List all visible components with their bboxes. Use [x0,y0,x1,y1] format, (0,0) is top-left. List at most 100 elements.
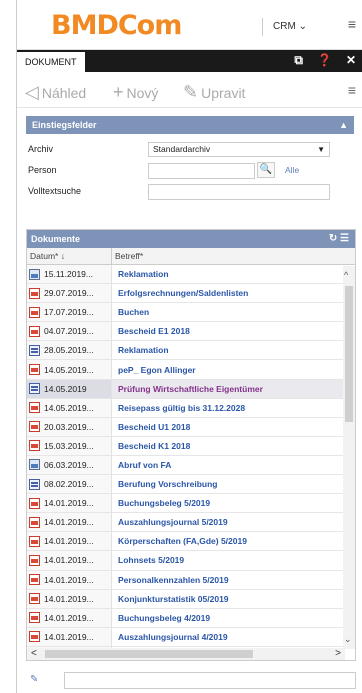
column-date[interactable]: Datum* ↓ [27,248,112,264]
row-date: 28.05.2019... [44,345,94,356]
horizontal-scrollbar[interactable]: < > [27,648,345,660]
table-row[interactable]: 14.01.2019... Auszahlungsjournal 4/2019 [27,627,355,647]
row-subject: Konjunkturstatistik 05/2019 [118,593,229,604]
chevron-down-icon: ⌄ [298,21,307,32]
row-date-cell: 14.01.2019... [27,589,112,608]
scroll-right-icon[interactable]: > [335,648,341,659]
pdf-file-icon [29,325,40,337]
scroll-up-icon[interactable]: ^ [344,270,348,280]
table-row[interactable]: 14.01.2019... Lohnsets 5/2019 [27,551,355,571]
table-row[interactable]: 15.03.2019... Bescheid K1 2018 [27,436,355,456]
table-row[interactable]: 14.01.2019... Auszahlungsjournal 5/2019 [27,513,355,533]
search-icon[interactable]: 🔍 [257,162,275,178]
edit-button[interactable]: ✎ Upravit [183,82,245,103]
row-date-cell: 14.01.2019... [27,627,112,646]
row-date: 14.05.2019 [44,383,87,394]
toolbar: ◁ Náhled + Nový ✎ Upravit ≡ [17,72,362,108]
volltext-input[interactable] [148,184,330,200]
collapse-icon[interactable]: ▲ [339,116,348,134]
row-date: 14.01.2019... [44,555,94,566]
volltext-label: Volltextsuche [28,186,82,196]
pdf-file-icon [29,364,40,376]
pdf-file-icon [29,497,40,509]
tab-bar: DOKUMENT ⧉ ❓ ✕ [17,50,362,72]
table-row[interactable]: 15.11.2019... Reklamation [27,265,355,285]
sort-down-icon: ↓ [60,251,65,261]
scroll-down-icon[interactable]: ⌄ [344,634,352,645]
table-row[interactable]: 14.01.2019... Körperschaften (FA,Gde) 5/2… [27,532,355,552]
pdf-file-icon [29,593,40,605]
new-button[interactable]: + Nový [113,82,158,103]
row-date: 15.03.2019... [44,440,94,451]
column-date-label: Datum* [30,251,59,261]
table-row[interactable]: 28.05.2019... Reklamation [27,341,355,361]
row-date: 04.07.2019... [44,326,94,337]
new-window-icon[interactable]: ⧉ [294,53,303,68]
row-subject: Abruf von FA [118,459,172,470]
bottom-input[interactable] [64,672,356,689]
pdf-file-icon [29,440,40,452]
table-row[interactable]: 14.05.2019... Reisepass gültig bis 31.12.… [27,398,355,418]
bmd-logo: BMDCom [51,10,182,41]
main-menu-icon[interactable]: ≡ [348,16,356,32]
row-subject: Bescheid K1 2018 [118,440,191,451]
edit-label: Upravit [201,84,246,101]
row-date-cell: 04.07.2019... [27,322,112,341]
row-date-cell: 15.03.2019... [27,436,112,455]
archiv-value: Standardarchiv [153,144,211,154]
row-date-cell: 14.05.2019 [27,379,112,398]
table-row[interactable]: 14.01.2019... Konjunkturstatistik 05/2019 [27,589,355,609]
crm-menu[interactable]: CRM ⌄ [262,18,307,36]
row-date-cell: 14.01.2019... [27,513,112,532]
table-row[interactable]: 20.03.2019... Bescheid U1 2018 [27,417,355,437]
table-row[interactable]: 04.07.2019... Bescheid E1 2018 [27,322,355,342]
row-date: 14.01.2019... [44,498,94,509]
table-row[interactable]: 14.01.2019... Personalkennzahlen 5/2019 [27,570,355,590]
dropdown-arrow-icon: ▼ [317,145,325,154]
person-row: Person 🔍 Alle [26,159,354,180]
pdf-file-icon [29,631,40,643]
row-subject: Auszahlungsjournal 5/2019 [118,517,228,528]
column-header: Datum* ↓ Betreff* [27,248,355,265]
pdf-file-icon [29,402,40,414]
person-input[interactable] [148,163,255,179]
archiv-label: Archiv [28,144,54,154]
vertical-scrollbar[interactable]: ^ ⌄ [343,266,355,649]
alle-link[interactable]: Alle [285,165,299,175]
scroll-left-icon[interactable]: < [31,648,37,659]
row-date: 14.05.2019... [44,364,94,375]
row-date-cell: 14.05.2019... [27,398,112,417]
table-row[interactable]: 06.03.2019... Abruf von FA [27,455,355,476]
row-date: 06.03.2019... [44,459,94,470]
documents-rows: 15.11.2019... Reklamation 29.07.2019... Erf… [27,265,355,660]
table-row[interactable]: 14.01.2019... Buchungsbeleg 4/2019 [27,608,355,628]
image-file-icon [29,268,40,280]
vertical-scroll-thumb[interactable] [345,286,353,422]
row-date-cell: 29.07.2019... [27,284,112,303]
refresh-icon[interactable]: ↻ [329,233,337,244]
toolbar-menu-icon[interactable]: ≡ [348,82,356,98]
table-row[interactable]: 14.05.2019... peP_ Egon Allinger [27,360,355,380]
tab-dokument[interactable]: DOKUMENT [17,52,85,72]
table-row[interactable]: 17.07.2019... Buchen [27,303,355,323]
column-subject[interactable]: Betreff* [112,248,143,264]
image-file-icon [29,459,40,471]
table-row[interactable]: 14.01.2019... Buchungsbeleg 5/2019 [27,494,355,514]
row-subject: Körperschaften (FA,Gde) 5/2019 [118,536,247,547]
horizontal-scroll-thumb[interactable] [45,650,253,658]
archiv-select[interactable]: Standardarchiv ▼ [148,142,330,157]
help-icon[interactable]: ❓ [317,53,332,68]
row-date-cell: 17.07.2019... [27,303,112,322]
attach-icon[interactable]: ✎ [30,674,38,685]
table-row[interactable]: 14.05.2019 Prüfung Wirtschaftliche Eigent… [27,379,355,399]
pdf-file-icon [29,612,40,624]
close-icon[interactable]: ✕ [346,53,356,68]
preview-button[interactable]: ◁ Náhled [25,82,86,103]
table-row[interactable]: 08.02.2019... Berufung Vorschreibung [27,475,355,495]
list-options-icon[interactable]: ☰ [340,233,349,244]
row-date-cell: 08.02.2019... [27,475,112,494]
row-date-cell: 06.03.2019... [27,455,112,475]
row-date: 14.01.2019... [44,631,94,642]
table-row[interactable]: 29.07.2019... Erfolgsrechnungen/Saldenlis… [27,284,355,304]
row-subject: peP_ Egon Allinger [118,364,196,375]
